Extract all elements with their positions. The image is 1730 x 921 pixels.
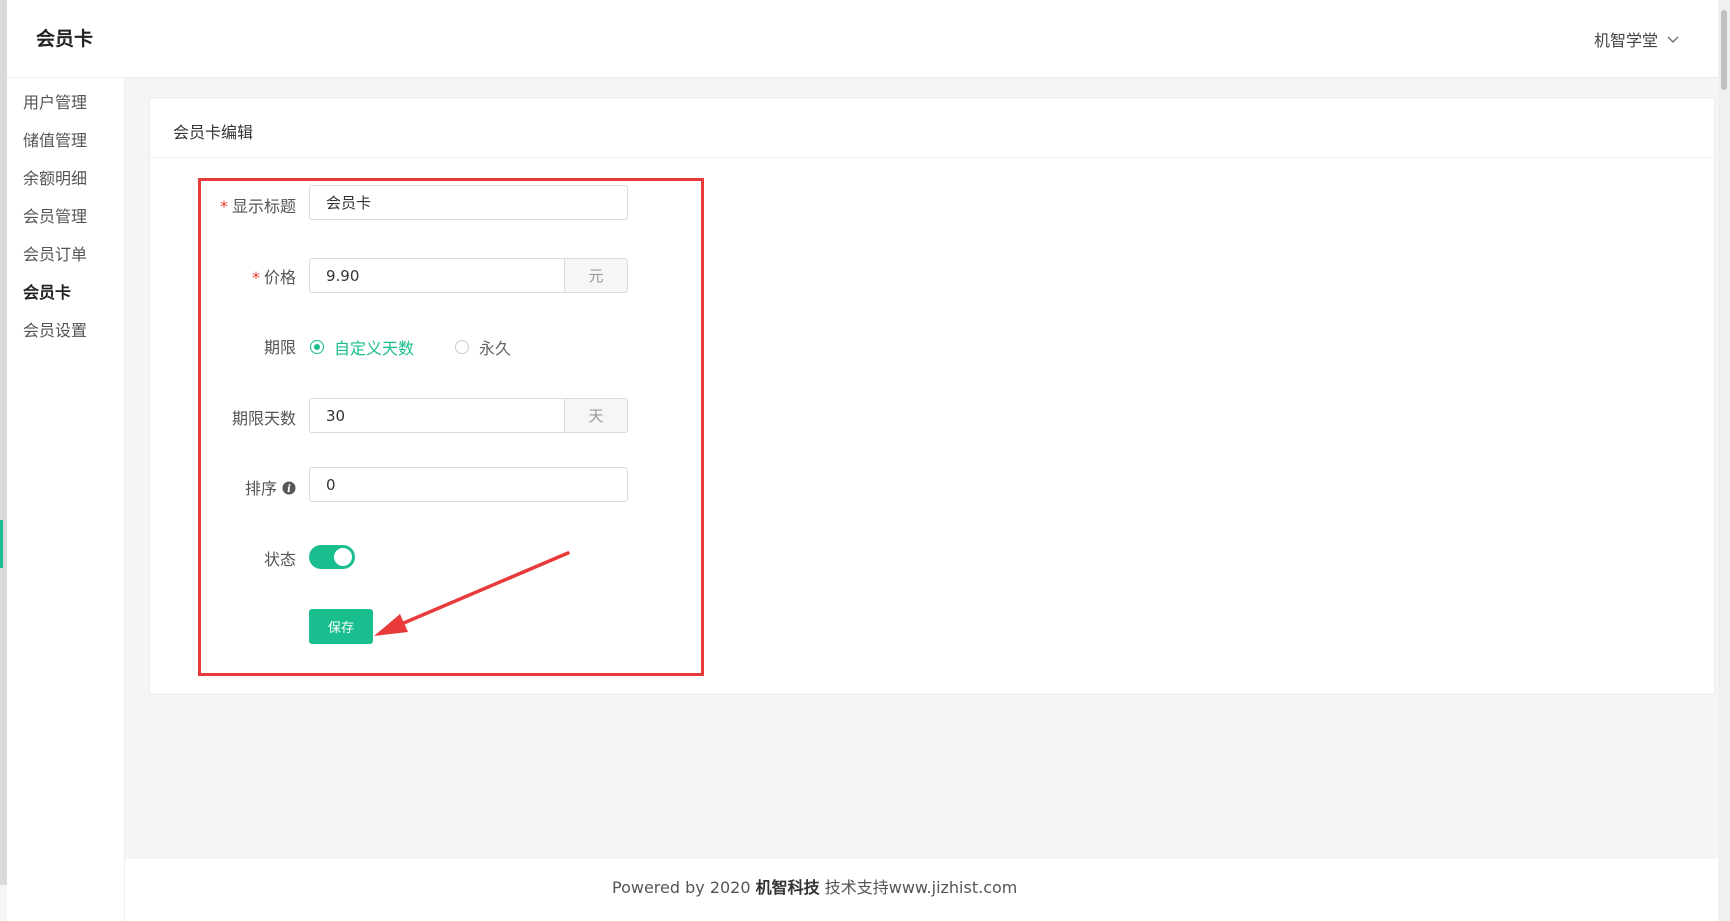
period-days-input-group: 天: [309, 398, 628, 433]
user-menu[interactable]: 机智学堂: [1594, 27, 1680, 51]
sidebar-item-member-settings[interactable]: 会员设置: [23, 317, 87, 341]
status-toggle[interactable]: [309, 545, 355, 569]
card-divider: [150, 157, 1714, 158]
sidebar-item-member-management[interactable]: 会员管理: [23, 203, 87, 227]
radio-label-permanent: 永久: [479, 339, 512, 358]
price-label: * 价格: [96, 264, 296, 288]
footer-text: Powered by 2020 机智科技 技术支持www.jizhist.com: [612, 874, 1017, 898]
footer: Powered by 2020 机智科技 技术支持www.jizhist.com: [125, 859, 1718, 921]
left-window-edge: [0, 0, 7, 885]
svg-text:i: i: [287, 484, 291, 495]
sort-label: 排序 i: [96, 475, 296, 499]
sidebar-item-balance-details[interactable]: 余额明细: [23, 165, 87, 189]
required-mark: *: [251, 268, 260, 287]
save-button[interactable]: 保存: [309, 609, 373, 644]
display-title-input[interactable]: [309, 185, 628, 220]
price-input-group: 元: [309, 258, 628, 293]
period-radio-permanent[interactable]: 永久: [455, 335, 511, 359]
required-mark: *: [219, 197, 228, 216]
radio-dot: [310, 340, 324, 354]
footer-company: 机智科技: [755, 878, 820, 897]
sidebar-item-member-orders[interactable]: 会员订单: [23, 241, 87, 265]
sidebar-item-member-card[interactable]: 会员卡: [23, 279, 71, 303]
radio-label-custom-days: 自定义天数: [334, 339, 415, 358]
display-title-label: * 显示标题: [96, 193, 296, 217]
footer-support: 技术支持www.jizhist.com: [824, 878, 1018, 897]
sort-label-text: 排序: [244, 479, 277, 498]
user-name: 机智学堂: [1593, 31, 1658, 50]
footer-prefix: Powered by 2020: [612, 878, 751, 897]
period-radio-custom-days[interactable]: 自定义天数: [310, 335, 414, 359]
page-title: 会员卡: [36, 28, 94, 50]
price-label-text: 价格: [263, 268, 296, 287]
info-icon[interactable]: i: [282, 481, 296, 495]
sidebar-item-user-management[interactable]: 用户管理: [23, 89, 87, 113]
period-label: 期限: [263, 338, 296, 357]
display-title-label-text: 显示标题: [231, 197, 296, 216]
card-title: 会员卡编辑: [173, 123, 254, 142]
period-days-input[interactable]: [310, 399, 564, 432]
price-unit: 元: [564, 259, 627, 292]
edge-marker: [0, 520, 3, 568]
vertical-scrollbar[interactable]: [1718, 0, 1730, 921]
price-input[interactable]: [310, 259, 564, 292]
period-days-unit: 天: [564, 399, 627, 432]
status-label: 状态: [263, 550, 296, 569]
scrollbar-thumb[interactable]: [1721, 10, 1727, 90]
radio-dot: [455, 340, 469, 354]
chevron-down-icon: [1667, 36, 1679, 43]
sidebar-item-stored-value[interactable]: 储值管理: [23, 127, 87, 151]
period-days-label: 期限天数: [231, 409, 296, 428]
top-header: 会员卡 机智学堂: [7, 0, 1718, 78]
sort-input[interactable]: [309, 467, 628, 502]
toggle-knob: [334, 548, 352, 566]
